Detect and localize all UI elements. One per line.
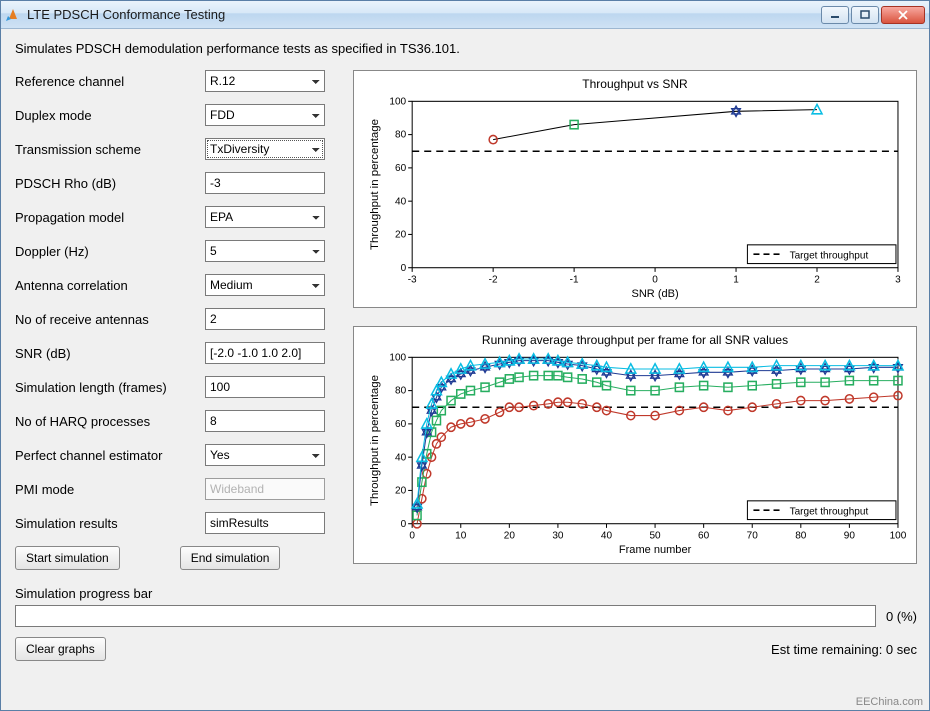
- start-simulation-button[interactable]: Start simulation: [15, 546, 120, 570]
- reference-channel-label: Reference channel: [15, 74, 205, 89]
- svg-text:30: 30: [552, 530, 563, 541]
- app-window: LTE PDSCH Conformance Testing Simulates …: [0, 0, 930, 711]
- throughput-vs-snr-chart: Throughput vs SNR -3 -2 -1 0 1 2 3 0 20 40 60 80 100…: [353, 70, 917, 308]
- progress-bar: [15, 605, 876, 627]
- svg-text:0: 0: [409, 530, 415, 541]
- chart1-title: Throughput vs SNR: [364, 77, 906, 91]
- svg-text:20: 20: [395, 229, 406, 240]
- clear-graphs-button[interactable]: Clear graphs: [15, 637, 106, 661]
- titlebar: LTE PDSCH Conformance Testing: [1, 1, 929, 29]
- svg-text:1: 1: [733, 274, 739, 285]
- antenna-correlation-label: Antenna correlation: [15, 278, 205, 293]
- watermark-text: EEChina.com: [856, 696, 923, 708]
- svg-text:3: 3: [895, 274, 901, 285]
- svg-text:80: 80: [395, 386, 406, 397]
- svg-text:80: 80: [795, 530, 806, 541]
- pmi-mode-select: Wideband: [205, 478, 325, 500]
- svg-text:SNR (dB): SNR (dB): [631, 288, 678, 300]
- svg-text:20: 20: [504, 530, 515, 541]
- svg-text:100: 100: [389, 352, 406, 363]
- svg-text:40: 40: [395, 196, 406, 207]
- svg-text:90: 90: [844, 530, 855, 541]
- svg-text:2: 2: [814, 274, 820, 285]
- sim-results-input[interactable]: [205, 512, 325, 534]
- svg-text:Target throughput: Target throughput: [790, 250, 869, 261]
- svg-text:50: 50: [649, 530, 660, 541]
- pmi-mode-label: PMI mode: [15, 482, 205, 497]
- pdsch-rho-input[interactable]: [205, 172, 325, 194]
- svg-text:60: 60: [395, 419, 406, 430]
- description-text: Simulates PDSCH demodulation performance…: [15, 41, 917, 56]
- rx-antennas-label: No of receive antennas: [15, 312, 205, 327]
- progress-label: Simulation progress bar: [15, 586, 917, 601]
- end-simulation-button[interactable]: End simulation: [180, 546, 281, 570]
- maximize-button[interactable]: [851, 6, 879, 24]
- window-controls: [821, 6, 925, 24]
- matlab-icon: [5, 7, 21, 23]
- rx-antennas-input[interactable]: [205, 308, 325, 330]
- sim-length-label: Simulation length (frames): [15, 380, 205, 395]
- transmission-scheme-label: Transmission scheme: [15, 142, 205, 157]
- reference-channel-select[interactable]: R.12: [205, 70, 325, 92]
- minimize-button[interactable]: [821, 6, 849, 24]
- svg-text:70: 70: [747, 530, 758, 541]
- svg-text:10: 10: [455, 530, 466, 541]
- svg-text:0: 0: [401, 519, 407, 530]
- doppler-select[interactable]: 5: [205, 240, 325, 262]
- content-panel: Simulates PDSCH demodulation performance…: [1, 29, 929, 710]
- chart2-title: Running average throughput per frame for…: [364, 333, 906, 347]
- svg-text:-2: -2: [489, 274, 498, 285]
- svg-text:100: 100: [890, 530, 906, 541]
- est-time-text: Est time remaining: 0 sec: [771, 642, 917, 657]
- svg-text:60: 60: [395, 163, 406, 174]
- propagation-model-label: Propagation model: [15, 210, 205, 225]
- perfect-est-select[interactable]: Yes: [205, 444, 325, 466]
- perfect-est-label: Perfect channel estimator: [15, 448, 205, 463]
- close-button[interactable]: [881, 6, 925, 24]
- svg-text:-3: -3: [408, 274, 417, 285]
- svg-text:-1: -1: [570, 274, 579, 285]
- svg-text:40: 40: [395, 452, 406, 463]
- harq-label: No of HARQ processes: [15, 414, 205, 429]
- parameters-form: Reference channel R.12 Duplex mode FDD T…: [15, 70, 335, 570]
- svg-text:Throughput in percentage: Throughput in percentage: [369, 119, 381, 250]
- duplex-mode-select[interactable]: FDD: [205, 104, 325, 126]
- doppler-label: Doppler (Hz): [15, 244, 205, 259]
- svg-text:80: 80: [395, 130, 406, 141]
- progress-percent: 0 (%): [886, 609, 917, 624]
- svg-text:Throughput in percentage: Throughput in percentage: [369, 375, 381, 506]
- antenna-correlation-select[interactable]: Medium: [205, 274, 325, 296]
- svg-text:20: 20: [395, 485, 406, 496]
- snr-label: SNR (dB): [15, 346, 205, 361]
- svg-text:0: 0: [652, 274, 658, 285]
- svg-text:Frame number: Frame number: [619, 544, 692, 556]
- svg-text:0: 0: [401, 263, 407, 274]
- svg-text:60: 60: [698, 530, 709, 541]
- svg-text:100: 100: [389, 96, 406, 107]
- snr-input[interactable]: [205, 342, 325, 364]
- sim-results-label: Simulation results: [15, 516, 205, 531]
- duplex-mode-label: Duplex mode: [15, 108, 205, 123]
- running-average-chart: Running average throughput per frame for…: [353, 326, 917, 564]
- window-title: LTE PDSCH Conformance Testing: [27, 7, 821, 22]
- svg-text:40: 40: [601, 530, 612, 541]
- sim-length-input[interactable]: [205, 376, 325, 398]
- transmission-scheme-select[interactable]: TxDiversity: [205, 138, 325, 160]
- svg-text:Target throughput: Target throughput: [790, 506, 869, 517]
- pdsch-rho-label: PDSCH Rho (dB): [15, 176, 205, 191]
- propagation-model-select[interactable]: EPA: [205, 206, 325, 228]
- harq-input[interactable]: [205, 410, 325, 432]
